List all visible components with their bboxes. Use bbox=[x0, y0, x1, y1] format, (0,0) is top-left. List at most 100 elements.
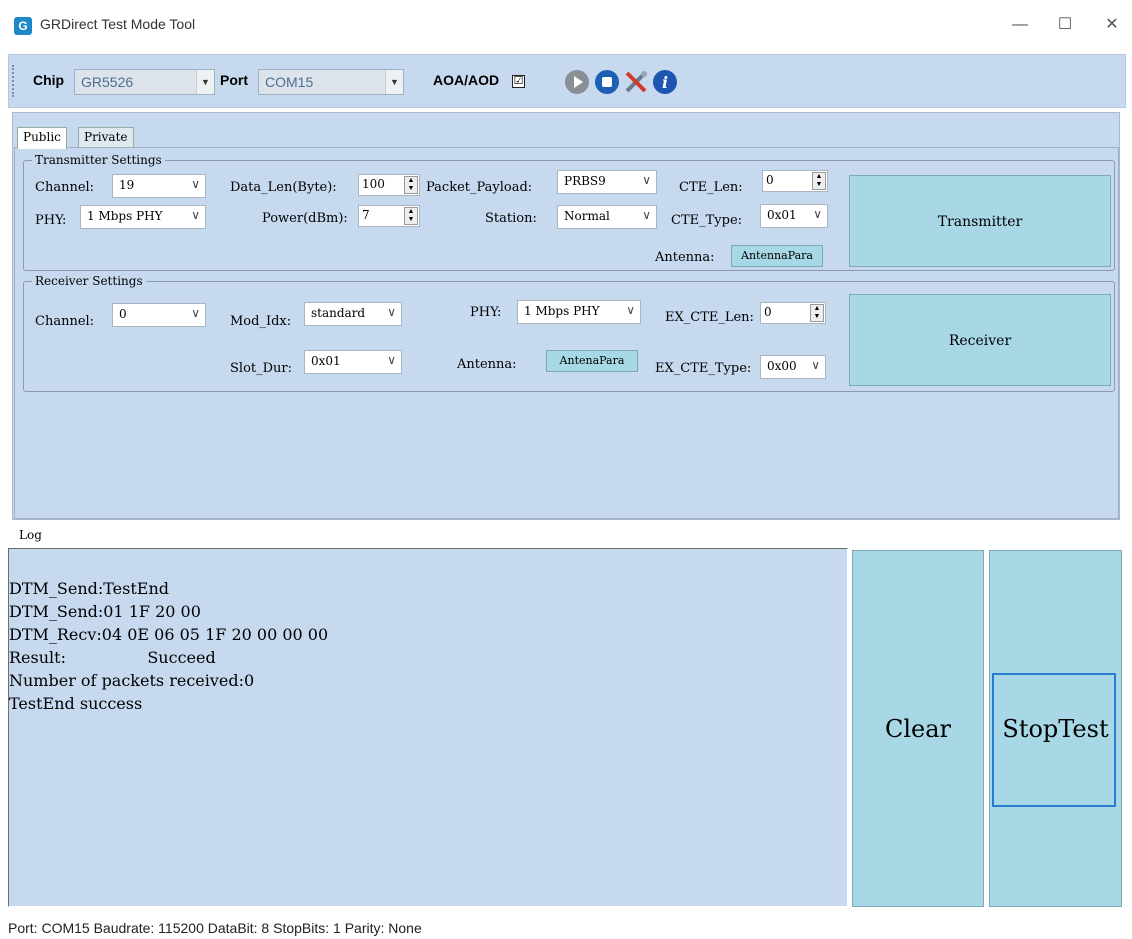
rx-phy-value: 1 Mbps PHY bbox=[524, 304, 600, 318]
tx-channel-value: 19 bbox=[119, 178, 135, 192]
chevron-down-icon: ∨ bbox=[191, 177, 200, 191]
log-label: Log bbox=[19, 528, 42, 542]
packet-payload-value: PRBS9 bbox=[564, 174, 606, 188]
cte-len-value: 0 bbox=[766, 173, 774, 187]
antena-para-button[interactable]: AntenaPara bbox=[546, 350, 638, 372]
mod-idx-value: standard bbox=[311, 306, 366, 320]
log-line: TestEnd success bbox=[9, 694, 143, 713]
packet-payload-label: Packet_Payload: bbox=[426, 180, 533, 195]
tab-private[interactable]: Private bbox=[78, 127, 134, 147]
play-icon[interactable] bbox=[564, 69, 590, 95]
toolbar: Chip GR5526 ▼ Port COM15 ▼ AOA/AOD ☑ i bbox=[8, 54, 1126, 108]
ex-cte-len-spinner[interactable]: 0 ▲ ▼ bbox=[760, 302, 826, 324]
info-icon[interactable]: i bbox=[652, 69, 678, 95]
station-value: Normal bbox=[564, 209, 610, 223]
rx-phy-label: PHY: bbox=[470, 305, 502, 320]
close-button[interactable]: ✕ bbox=[1092, 12, 1132, 38]
ex-cte-len-label: EX_CTE_Len: bbox=[665, 310, 754, 325]
chevron-down-icon: ∨ bbox=[813, 207, 822, 221]
stoptest-label: StopTest bbox=[1002, 715, 1109, 743]
spinner-arrows-icon[interactable]: ▲ ▼ bbox=[812, 172, 826, 190]
tx-channel-label: Channel: bbox=[35, 180, 95, 195]
slot-dur-label: Slot_Dur: bbox=[230, 361, 293, 376]
chevron-down-icon: ∨ bbox=[642, 208, 651, 222]
minimize-button[interactable]: — bbox=[1000, 12, 1040, 38]
ex-cte-type-label: EX_CTE_Type: bbox=[655, 361, 752, 376]
antenna-para-button[interactable]: AntennaPara bbox=[731, 245, 823, 267]
mod-idx-label: Mod_Idx: bbox=[230, 314, 292, 329]
chevron-down-icon: ∨ bbox=[642, 173, 651, 187]
rx-channel-value: 0 bbox=[119, 307, 127, 321]
ex-cte-len-value: 0 bbox=[764, 305, 772, 319]
spinner-arrows-icon[interactable]: ▲ ▼ bbox=[404, 207, 418, 225]
aoa-aod-label: AOA/AOD bbox=[433, 72, 500, 88]
cte-type-select[interactable]: 0x01 ∨ bbox=[760, 204, 828, 228]
rx-antenna-label: Antenna: bbox=[457, 357, 517, 372]
chevron-down-icon: ∨ bbox=[626, 303, 635, 317]
app-logo-icon: G bbox=[14, 17, 32, 35]
cte-type-value: 0x01 bbox=[767, 208, 797, 222]
chevron-down-icon: ∨ bbox=[191, 306, 200, 320]
maximize-button[interactable]: ☐ bbox=[1045, 12, 1085, 38]
stoptest-button[interactable]: StopTest bbox=[989, 550, 1122, 907]
receiver-settings-title: Receiver Settings bbox=[32, 274, 146, 288]
packet-payload-select[interactable]: PRBS9 ∨ bbox=[557, 170, 657, 194]
data-len-label: Data_Len(Byte): bbox=[230, 180, 337, 195]
log-line: Number of packets received:0 bbox=[9, 671, 255, 690]
ex-cte-type-select[interactable]: 0x00 ∨ bbox=[760, 355, 826, 379]
transmitter-settings-title: Transmitter Settings bbox=[32, 153, 165, 167]
log-line: DTM_Send:01 1F 20 00 bbox=[9, 602, 201, 621]
port-value: COM15 bbox=[265, 74, 314, 90]
mod-idx-select[interactable]: standard ∨ bbox=[304, 302, 402, 326]
transmitter-button[interactable]: Transmitter bbox=[849, 175, 1111, 267]
log-line: DTM_Recv:04 0E 06 05 1F 20 00 00 00 bbox=[9, 625, 329, 644]
chevron-down-icon: ∨ bbox=[387, 305, 396, 319]
receiver-button[interactable]: Receiver bbox=[849, 294, 1111, 386]
rx-channel-select[interactable]: 0 ∨ bbox=[112, 303, 206, 327]
power-spinner[interactable]: 7 ▲ ▼ bbox=[358, 205, 420, 227]
stop-icon[interactable] bbox=[594, 69, 620, 95]
chevron-down-icon: ∨ bbox=[387, 353, 396, 367]
tx-phy-value: 1 Mbps PHY bbox=[87, 209, 163, 223]
tx-antenna-label: Antenna: bbox=[655, 250, 715, 265]
slot-dur-value: 0x01 bbox=[311, 354, 341, 368]
cte-type-label: CTE_Type: bbox=[671, 213, 743, 228]
chevron-down-icon: ∨ bbox=[811, 358, 820, 372]
chip-label: Chip bbox=[33, 72, 65, 88]
status-bar: Port: COM15 Baudrate: 115200 DataBit: 8 … bbox=[8, 920, 422, 936]
station-label: Station: bbox=[485, 211, 537, 226]
chevron-down-icon: ▼ bbox=[196, 70, 214, 94]
station-select[interactable]: Normal ∨ bbox=[557, 205, 657, 229]
chevron-down-icon: ∨ bbox=[191, 208, 200, 222]
log-textarea[interactable]: DTM_Send:TestEnd DTM_Send:01 1F 20 00 DT… bbox=[8, 548, 848, 907]
clear-button[interactable]: Clear bbox=[852, 550, 984, 907]
port-select[interactable]: COM15 ▼ bbox=[258, 69, 404, 95]
port-label: Port bbox=[220, 72, 248, 88]
toolbar-grip[interactable] bbox=[12, 65, 16, 97]
log-line: DTM_Send:TestEnd bbox=[9, 579, 170, 598]
data-len-value: 100 bbox=[362, 177, 385, 191]
title-bar: G GRDirect Test Mode Tool — ☐ ✕ bbox=[0, 0, 1132, 48]
slot-dur-select[interactable]: 0x01 ∨ bbox=[304, 350, 402, 374]
cte-len-label: CTE_Len: bbox=[679, 180, 743, 195]
chevron-down-icon: ▼ bbox=[385, 70, 403, 94]
ex-cte-type-value: 0x00 bbox=[767, 359, 797, 373]
info-glyph: i bbox=[662, 73, 668, 92]
rx-channel-label: Channel: bbox=[35, 314, 95, 329]
tx-phy-label: PHY: bbox=[35, 213, 67, 228]
spinner-arrows-icon[interactable]: ▲ ▼ bbox=[404, 176, 418, 194]
settings-tools-icon[interactable] bbox=[623, 69, 649, 95]
data-len-spinner[interactable]: 100 ▲ ▼ bbox=[358, 174, 420, 196]
chip-value: GR5526 bbox=[81, 74, 134, 90]
tx-channel-select[interactable]: 19 ∨ bbox=[112, 174, 206, 198]
tab-public[interactable]: Public bbox=[17, 127, 67, 149]
aoa-aod-checkbox[interactable]: ☑ bbox=[512, 75, 525, 88]
chip-select[interactable]: GR5526 ▼ bbox=[74, 69, 215, 95]
cte-len-spinner[interactable]: 0 ▲ ▼ bbox=[762, 170, 828, 192]
power-label: Power(dBm): bbox=[262, 211, 348, 226]
rx-phy-select[interactable]: 1 Mbps PHY ∨ bbox=[517, 300, 641, 324]
log-line: Result: Succeed bbox=[9, 648, 216, 667]
tx-phy-select[interactable]: 1 Mbps PHY ∨ bbox=[80, 205, 206, 229]
spinner-arrows-icon[interactable]: ▲ ▼ bbox=[810, 304, 824, 322]
window-title: GRDirect Test Mode Tool bbox=[40, 16, 196, 32]
